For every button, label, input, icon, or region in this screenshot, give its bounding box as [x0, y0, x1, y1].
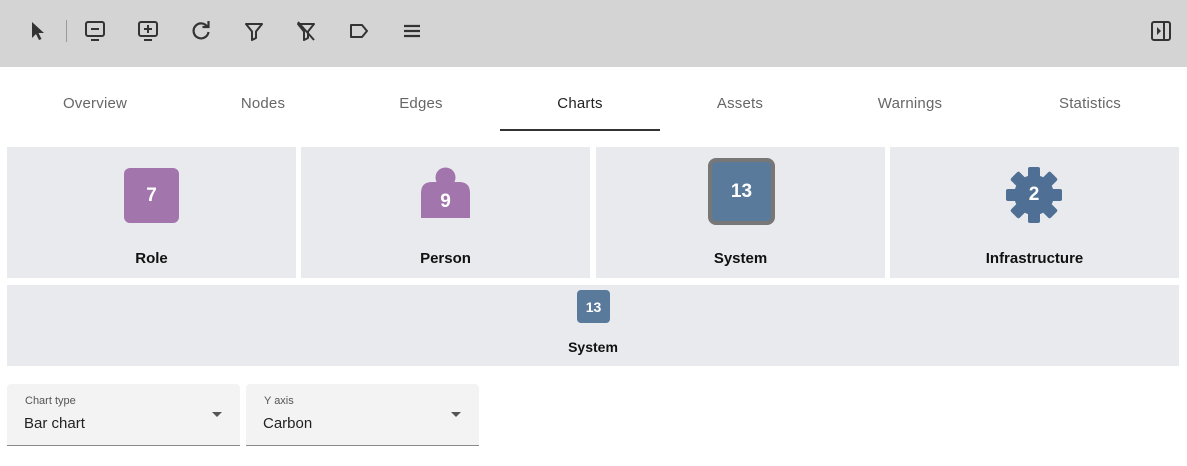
card-label: Infrastructure	[985, 250, 1084, 267]
role-square-icon: 7	[124, 168, 179, 223]
chevron-down-icon	[212, 412, 222, 417]
add-screen-icon[interactable]	[134, 17, 162, 45]
remove-screen-icon[interactable]	[81, 17, 109, 45]
y-axis-value: Carbon	[263, 415, 313, 432]
system-count: 13	[730, 180, 753, 202]
clear-filter-icon[interactable]	[292, 17, 320, 45]
person-count: 9	[440, 190, 451, 212]
system-square-icon: 13	[577, 290, 610, 323]
y-axis-caption: Y axis	[264, 395, 294, 407]
tab-assets[interactable]: Assets	[660, 67, 820, 131]
label-icon[interactable]	[345, 17, 373, 45]
card-label: Person	[420, 250, 471, 267]
card-label: System	[713, 250, 768, 267]
card-label: Role	[135, 250, 168, 267]
selected-category-bar: 13 System	[7, 285, 1179, 366]
gear-icon: 2	[1006, 167, 1062, 223]
chevron-down-icon	[451, 412, 461, 417]
tab-statistics[interactable]: Statistics	[1010, 67, 1170, 131]
refresh-icon[interactable]	[187, 17, 215, 45]
y-axis-select[interactable]: Y axis Carbon	[246, 384, 479, 446]
selected-label: System	[568, 339, 618, 355]
toolbar-divider	[66, 20, 67, 42]
system-square-icon: 13	[708, 158, 775, 225]
person-icon: 9	[421, 167, 470, 218]
card-infrastructure[interactable]: 2 Infrastructure	[890, 147, 1179, 278]
card-role[interactable]: 7 Role	[7, 147, 296, 278]
role-count: 7	[146, 184, 157, 206]
tab-overview[interactable]: Overview	[15, 67, 175, 131]
tab-charts[interactable]: Charts	[500, 67, 660, 131]
card-person[interactable]: 9 Person	[301, 147, 590, 278]
infrastructure-count: 2	[1028, 184, 1040, 205]
card-system[interactable]: 13 System	[596, 147, 885, 278]
tab-edges[interactable]: Edges	[341, 67, 501, 131]
toggle-panel-icon[interactable]	[1147, 17, 1175, 45]
menu-icon[interactable]	[398, 17, 426, 45]
active-tab-indicator	[500, 129, 660, 131]
tab-nodes[interactable]: Nodes	[183, 67, 343, 131]
pointer-icon[interactable]	[24, 17, 52, 45]
chart-type-value: Bar chart	[24, 415, 85, 432]
filter-icon[interactable]	[240, 17, 268, 45]
tab-warnings[interactable]: Warnings	[830, 67, 990, 131]
toolbar	[0, 0, 1187, 67]
chart-type-caption: Chart type	[25, 395, 76, 407]
tab-bar: Overview Nodes Edges Charts Assets Warni…	[0, 67, 1187, 133]
chart-type-select[interactable]: Chart type Bar chart	[7, 384, 240, 446]
selected-count: 13	[585, 298, 602, 315]
